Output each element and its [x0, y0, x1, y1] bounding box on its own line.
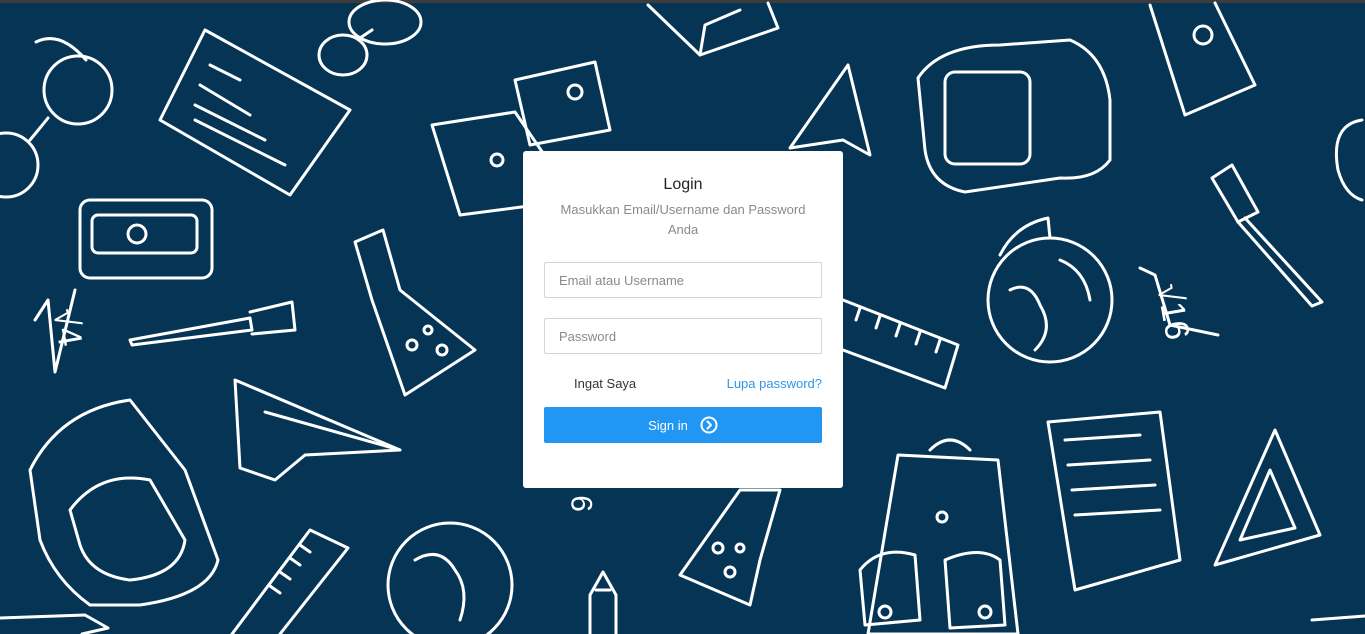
login-card: Login Masukkan Email/Username dan Passwo… — [523, 151, 843, 488]
number-doodle: 9 — [566, 495, 599, 512]
backpack-middle-doodle — [858, 438, 1020, 634]
ear-doodle — [1334, 118, 1364, 202]
stamp-doodle — [317, 0, 423, 77]
doodle-text: 9 — [566, 495, 599, 512]
pencil-bottom-doodle — [0, 613, 110, 634]
eraser-doodle — [646, 1, 780, 57]
notes-doodle — [158, 28, 352, 197]
notes-right-doodle — [1046, 410, 1182, 592]
pencil-middle-doodle — [588, 570, 618, 634]
globe-doodle — [986, 216, 1114, 364]
backpack-left-doodle — [28, 398, 220, 607]
tablet-doodle — [916, 38, 1112, 194]
signin-button[interactable]: Sign in — [544, 407, 822, 443]
login-page: √4 √16 9 Login Masukkan Email/Username d… — [0, 0, 1365, 634]
ruler-left-doodle — [230, 528, 350, 634]
chevron-right-circle-icon — [700, 416, 718, 434]
remember-me-label[interactable]: Ingat Saya — [574, 376, 636, 391]
pencil-right-doodle — [1310, 614, 1365, 622]
set-square-doodle — [1213, 428, 1322, 567]
paper-plane-doodle — [788, 63, 872, 157]
globe-lower-doodle — [386, 521, 514, 634]
sharpener-doodle — [78, 198, 214, 280]
paper-plane-left-doodle — [233, 378, 402, 482]
login-title: Login — [663, 176, 703, 193]
brush-doodle — [128, 300, 297, 347]
flask-doodle — [353, 228, 477, 397]
brush-right-doodle — [1210, 163, 1324, 308]
ruler-doodle — [841, 298, 960, 390]
pencil-doodle — [1148, 1, 1257, 117]
flask-lower-doodle — [678, 488, 782, 607]
glasses-doodle — [0, 37, 114, 199]
login-subtitle: Masukkan Email/Username dan Password And… — [560, 202, 806, 237]
signin-label: Sign in — [648, 417, 688, 433]
doodle-text: √16 — [1149, 281, 1196, 343]
forgot-password-link[interactable]: Lupa password? — [727, 376, 822, 391]
username-input[interactable] — [544, 262, 822, 298]
password-input[interactable] — [544, 318, 822, 354]
sqrt-four-doodle: √4 — [33, 288, 89, 374]
sqrt-sixteen-doodle: √16 — [1138, 266, 1220, 343]
doodle-text: √4 — [45, 306, 89, 350]
options-row: Ingat Saya Lupa password? — [544, 376, 822, 392]
